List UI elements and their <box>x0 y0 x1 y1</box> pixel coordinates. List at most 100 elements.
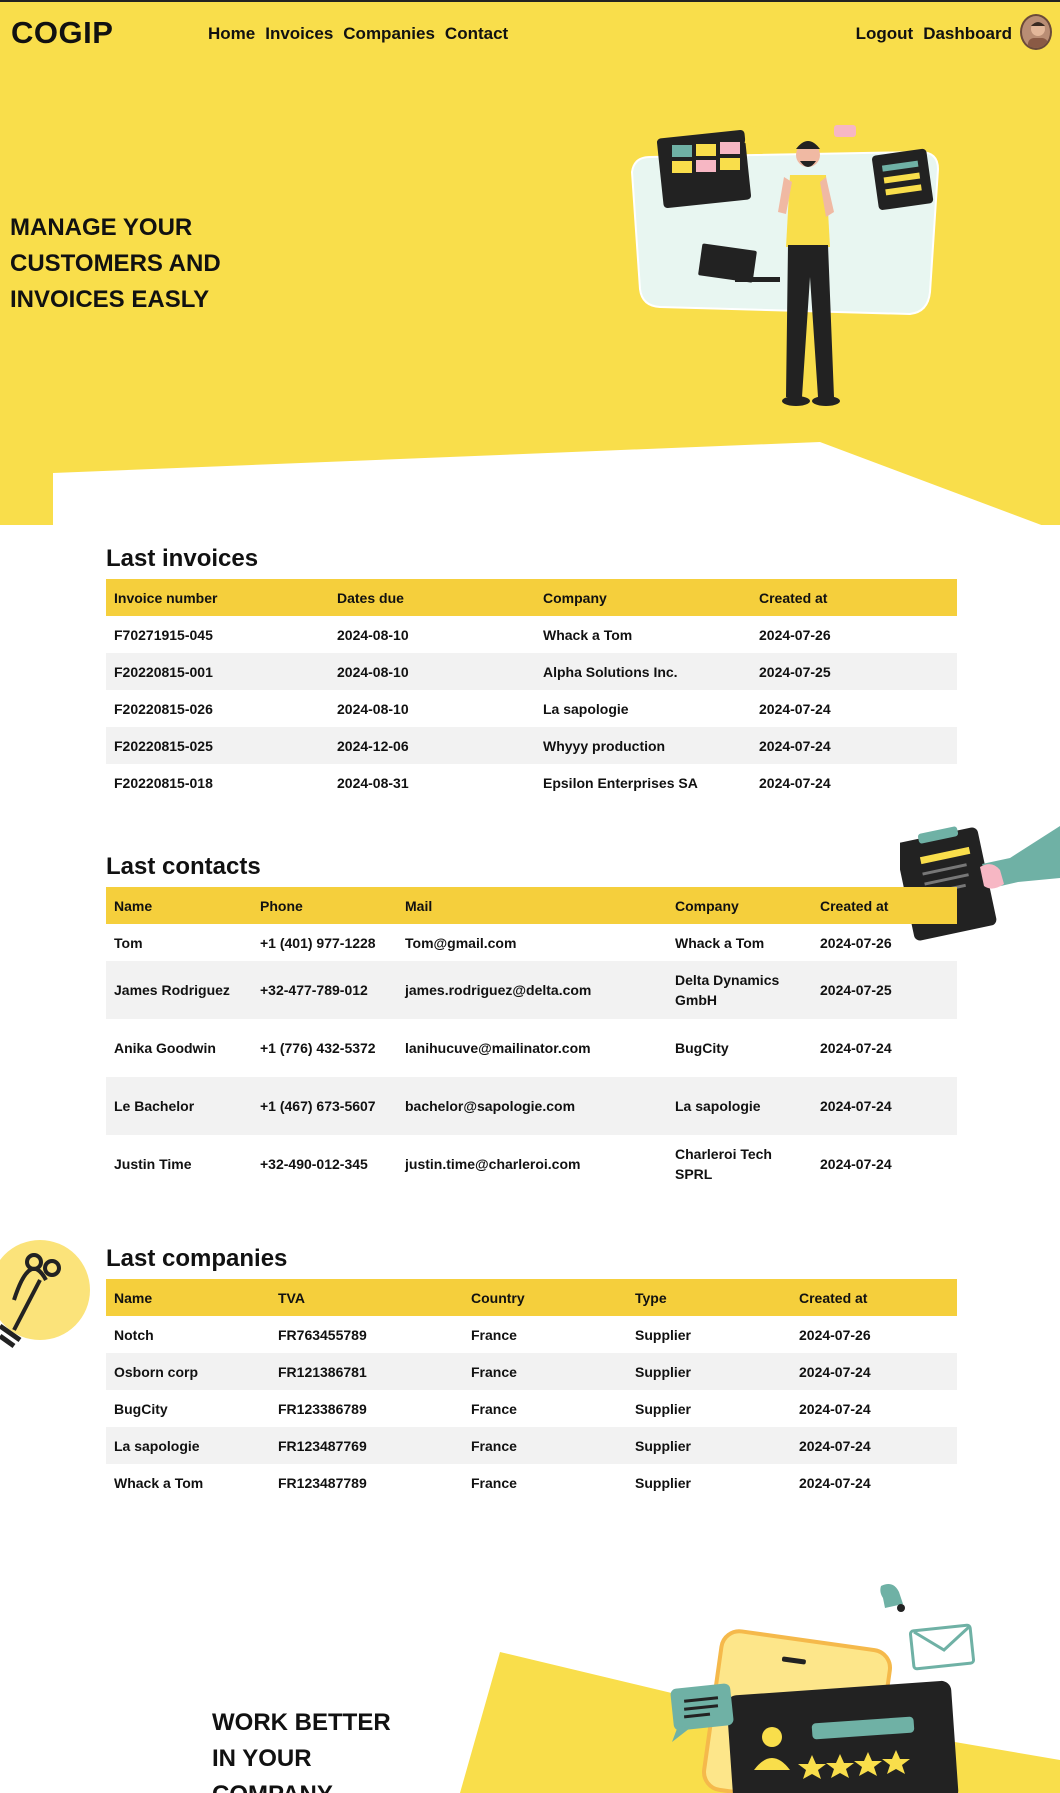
table-cell: Supplier <box>635 1474 692 1491</box>
table-cell: BugCity <box>114 1400 168 1417</box>
table-cell: 2024-08-10 <box>337 700 409 717</box>
column-header: Created at <box>759 589 828 606</box>
table-cell: F70271915-045 <box>114 626 213 643</box>
table-cell: Whack a Tom <box>114 1474 204 1491</box>
table-cell: 2024-08-10 <box>337 663 409 680</box>
column-header: Phone <box>260 897 303 914</box>
table-cell: Supplier <box>635 1326 692 1343</box>
invoices-section: Last invoices Invoice number Dates due C… <box>106 545 957 801</box>
table-cell: La sapologie <box>543 700 629 717</box>
table-cell: 2024-08-10 <box>337 626 409 643</box>
column-header: Type <box>635 1289 667 1306</box>
logout-link[interactable]: Logout <box>856 24 914 44</box>
column-header: Mail <box>405 897 433 914</box>
table-cell: France <box>471 1363 517 1380</box>
logo[interactable]: COGIP <box>11 15 113 51</box>
table-cell: 2024-07-26 <box>799 1326 871 1343</box>
table-cell: Alpha Solutions Inc. <box>543 663 678 680</box>
table-cell: Whack a Tom <box>675 934 765 951</box>
table-header-row: Name Phone Mail Company Created at <box>106 887 957 924</box>
table-cell: +1 (401) 977-1228 <box>260 934 376 951</box>
table-cell: 2024-07-24 <box>799 1437 871 1454</box>
table-row[interactable]: F20220815-001 2024-08-10 Alpha Solutions I… <box>106 653 957 690</box>
table-row[interactable]: La sapologie FR123487769 France Supplier 202… <box>106 1427 957 1464</box>
table-row[interactable]: Whack a Tom FR123487789 France Supplier 2024… <box>106 1464 957 1501</box>
contacts-section: Last contacts Name Phone Mail Company Cr… <box>106 853 957 1193</box>
table-cell: 2024-12-06 <box>337 737 409 754</box>
table-row[interactable]: Osborn corp FR121386781 France Supplier 2024… <box>106 1353 957 1390</box>
table-cell: +32-477-789-012 <box>260 982 368 998</box>
table-cell: justin.time@charleroi.com <box>405 1156 581 1172</box>
table-cell: Anika Goodwin <box>114 1040 216 1056</box>
nav-companies[interactable]: Companies <box>343 24 435 44</box>
table-cell: Osborn corp <box>114 1363 199 1380</box>
table-cell: Justin Time <box>114 1156 192 1172</box>
hero-illustration <box>630 125 940 406</box>
table-cell: BugCity <box>675 1040 729 1056</box>
footer-title: WORK BETTER IN YOUR COMPANY <box>212 1709 391 1793</box>
table-cell: FR123487769 <box>278 1437 367 1454</box>
table-row[interactable]: Le Bachelor +1 (467) 673-5607 bachelor@sap… <box>106 1077 957 1135</box>
mail-icon <box>908 1623 976 1671</box>
table-cell: France <box>471 1474 517 1491</box>
column-header: Company <box>543 589 607 606</box>
hero-title: MANAGE YOUR CUSTOMERS AND INVOICES EASLY <box>10 214 221 313</box>
table-row[interactable]: Anika Goodwin +1 (776) 432-5372 lanihucuve… <box>106 1019 957 1077</box>
table-cell: 2024-07-26 <box>820 934 892 951</box>
contacts-table: Name Phone Mail Company Created at Tom +1… <box>106 887 957 1193</box>
table-cell: Whack a Tom <box>543 626 633 643</box>
table-row[interactable]: F20220815-026 2024-08-10 La sapologie 2024-… <box>106 690 957 727</box>
table-cell: Le Bachelor <box>114 1098 195 1114</box>
hero-bottom-shape <box>0 442 1060 532</box>
table-cell: James Rodriguez <box>114 982 230 998</box>
table-cell: FR763455789 <box>278 1326 367 1343</box>
nav-invoices[interactable]: Invoices <box>265 24 333 44</box>
nav-home[interactable]: Home <box>208 24 255 44</box>
table-cell: 2024-07-25 <box>820 982 892 998</box>
table-cell: 2024-07-24 <box>759 737 831 754</box>
column-header: Created at <box>820 897 889 914</box>
table-header-row: Name TVA Country Type Created at <box>106 1279 957 1316</box>
table-cell: Delta Dynamics GmbH <box>675 972 780 1008</box>
table-row[interactable]: Tom +1 (401) 977-1228 Tom@gmail.com Whack a… <box>106 924 957 961</box>
table-cell: Supplier <box>635 1437 692 1454</box>
column-header: Name <box>114 897 153 914</box>
hero-banner: COGIP Home Invoices Companies Contact Lo… <box>0 0 1060 532</box>
table-cell: 2024-07-24 <box>799 1474 871 1491</box>
column-header: Company <box>675 897 739 914</box>
table-cell: bachelor@sapologie.com <box>405 1098 576 1114</box>
companies-section: Last companies Name TVA Country Type Cre… <box>106 1245 957 1501</box>
table-row[interactable]: F20220815-025 2024-12-06 Whyyy production 2… <box>106 727 957 764</box>
table-row[interactable]: F20220815-018 2024-08-31 Epsilon Enterpris… <box>106 764 957 801</box>
table-cell: +32-490-012-345 <box>260 1156 368 1172</box>
table-row[interactable]: BugCity FR123386789 France Supplier 2024-07-… <box>106 1390 957 1427</box>
table-cell: Tom@gmail.com <box>405 934 517 951</box>
table-cell: France <box>471 1437 517 1454</box>
dashboard-link[interactable]: Dashboard <box>923 24 1012 44</box>
table-cell: 2024-07-25 <box>759 663 831 680</box>
table-cell: 2024-07-24 <box>799 1400 871 1417</box>
table-cell: F20220815-001 <box>114 663 213 680</box>
table-row[interactable]: Notch FR763455789 France Supplier 2024-07-26 <box>106 1316 957 1353</box>
column-header: Dates due <box>337 589 404 606</box>
avatar[interactable] <box>1020 14 1052 50</box>
table-header-row: Invoice number Dates due Company Created… <box>106 579 957 616</box>
table-cell: Tom <box>114 934 143 951</box>
table-row[interactable]: Justin Time +32-490-012-345 justin.time@ch… <box>106 1135 957 1193</box>
table-cell: 2024-07-24 <box>820 1156 892 1172</box>
table-row[interactable]: F70271915-045 2024-08-10 Whack a Tom 2024-0… <box>106 616 957 653</box>
table-cell: Charleroi Tech SPRL <box>675 1146 772 1182</box>
table-cell: lanihucuve@mailinator.com <box>405 1040 591 1056</box>
table-row[interactable]: James Rodriguez +32-477-789-012 james.rodr… <box>106 961 957 1019</box>
nav-contact[interactable]: Contact <box>445 24 508 44</box>
table-cell: Epsilon Enterprises SA <box>543 774 698 791</box>
column-header: Name <box>114 1289 153 1306</box>
table-cell: 2024-07-24 <box>759 774 831 791</box>
table-cell: Supplier <box>635 1363 692 1380</box>
section-title: Last invoices <box>106 545 259 572</box>
table-cell: 2024-07-24 <box>759 700 831 717</box>
column-header: Created at <box>799 1289 868 1306</box>
table-cell: 2024-07-24 <box>799 1363 871 1380</box>
invoices-table: Invoice number Dates due Company Created… <box>106 579 957 801</box>
section-title: Last companies <box>106 1245 288 1272</box>
